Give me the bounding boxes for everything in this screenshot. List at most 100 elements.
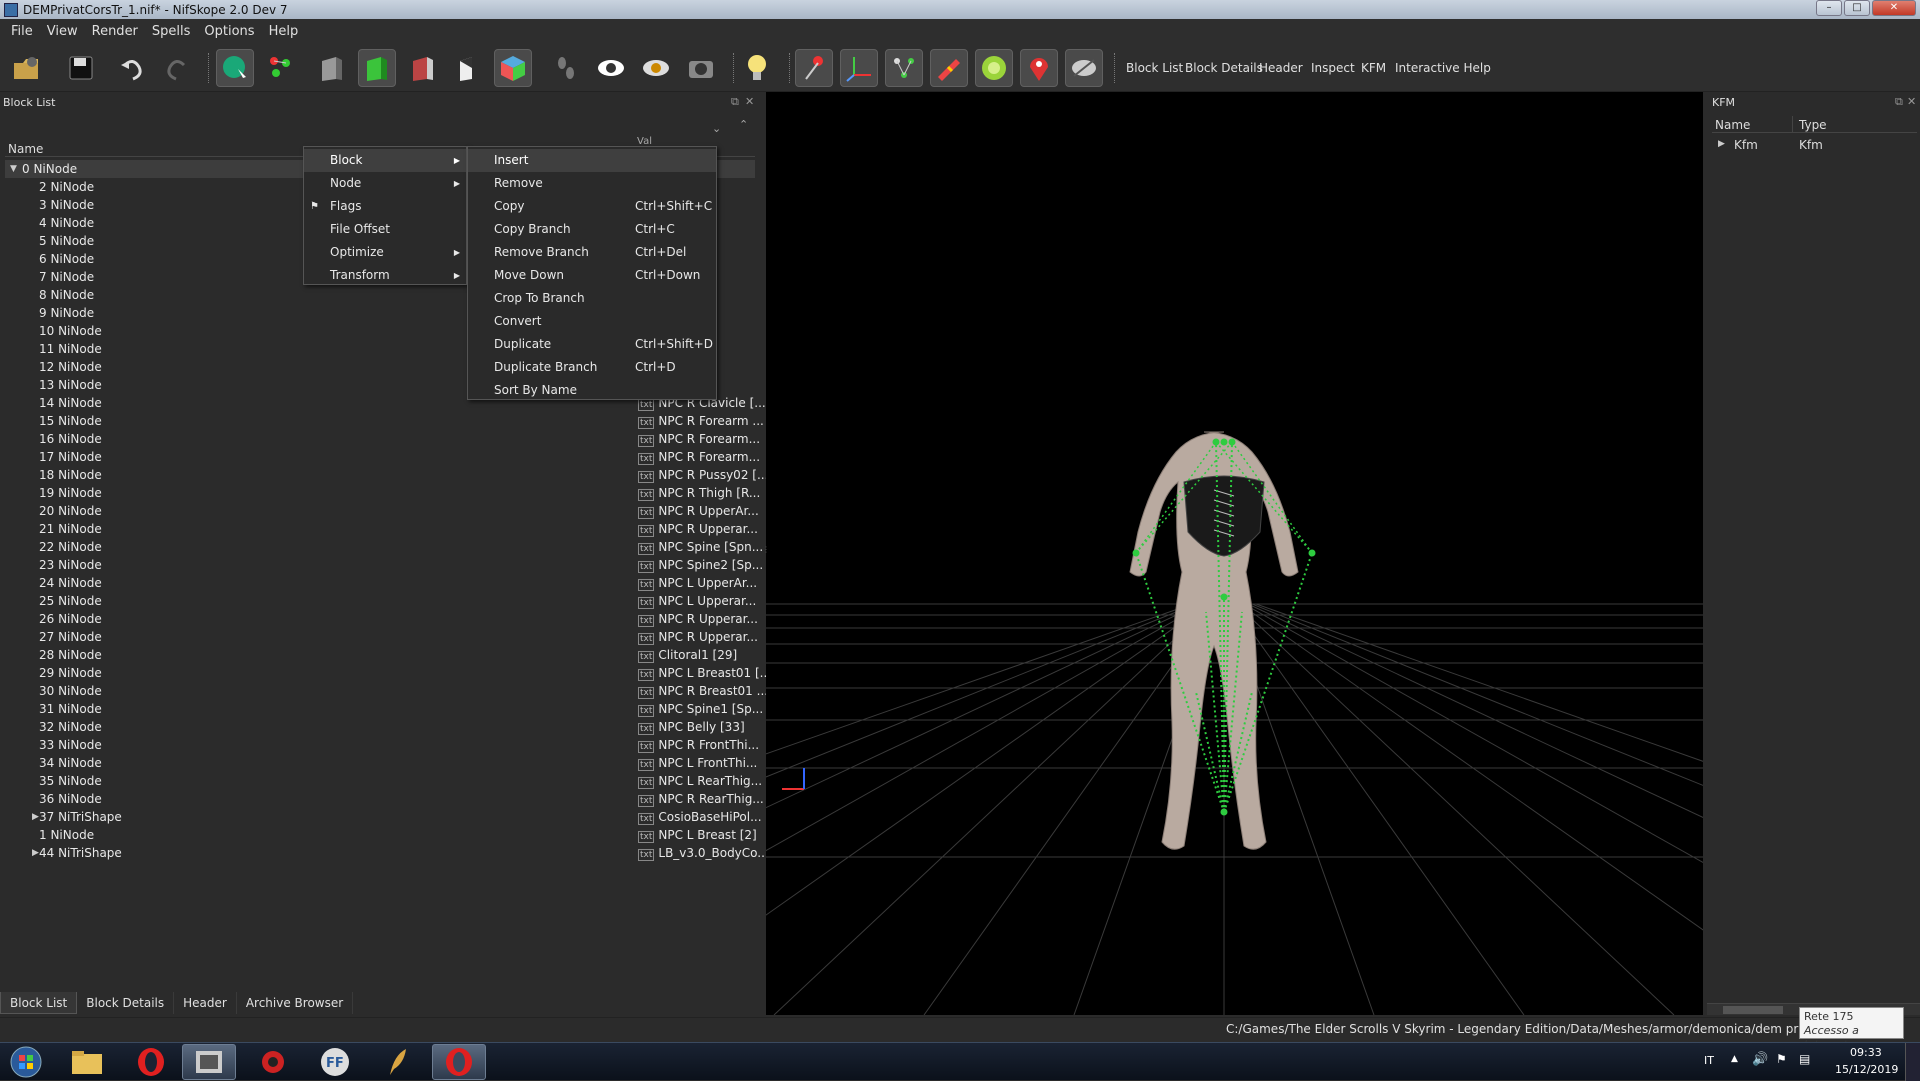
camera-icon[interactable]	[682, 49, 720, 87]
opera-red-icon[interactable]	[432, 1044, 486, 1080]
kfm-float-icon[interactable]: ⧉	[1895, 95, 1903, 109]
float-icon[interactable]: ⧉	[731, 95, 739, 109]
submenu-item-duplicate-branch[interactable]: Duplicate Branch Ctrl+D	[468, 356, 716, 379]
context-item-node[interactable]: Node ▶	[304, 172, 466, 195]
submenu-item-duplicate[interactable]: Duplicate Ctrl+Shift+D	[468, 333, 716, 356]
eye-icon[interactable]	[592, 49, 630, 87]
scene-canvas[interactable]	[766, 92, 1703, 1015]
flag-icon[interactable]: ⚑	[1776, 1052, 1787, 1066]
tree-row[interactable]: 18 NiNode txt NPC R Pussy02 [...	[5, 466, 768, 484]
expand-arrow-icon[interactable]: ▶	[32, 812, 39, 822]
network-icon[interactable]: ▤	[1799, 1052, 1810, 1066]
kfm-row[interactable]: ▶ Kfm Kfm	[1712, 136, 1917, 154]
tree-row[interactable]: 23 NiNode txt NPC Spine2 [Sp...	[5, 556, 763, 574]
tree-row[interactable]: 15 NiNode txt NPC R Forearm ...	[5, 412, 764, 430]
marker-icon[interactable]	[930, 49, 968, 87]
submenu-item-crop-to-branch[interactable]: Crop To Branch	[468, 287, 716, 310]
tree-row[interactable]: ▶ 44 NiTriShape txt LB_v3.0_BodyCo...	[5, 844, 769, 862]
toolbar-block-details[interactable]: Block Details	[1185, 43, 1263, 92]
pin-icon[interactable]	[795, 49, 833, 87]
half-icon[interactable]	[449, 49, 487, 87]
clock-time[interactable]: 09:33	[1850, 1046, 1882, 1059]
tab-block-details[interactable]: Block Details	[77, 992, 175, 1014]
close-button[interactable]: ✕	[1872, 0, 1916, 16]
context-item-transform[interactable]: Transform ▶	[304, 264, 466, 287]
nodes-icon[interactable]	[885, 49, 923, 87]
tree-row[interactable]: 19 NiNode txt NPC R Thigh [R...	[5, 484, 760, 502]
expand-arrow-icon[interactable]: ▶	[32, 848, 39, 858]
axes-icon[interactable]	[840, 49, 878, 87]
footsteps-icon[interactable]	[547, 49, 585, 87]
tree-row[interactable]: 24 NiNode txt NPC L UpperAr...	[5, 574, 757, 592]
tree-row[interactable]: 26 NiNode txt NPC R Upperar...	[5, 610, 758, 628]
tab-block-list[interactable]: Block List	[0, 992, 78, 1014]
volume-icon[interactable]: 🔊	[1752, 1052, 1768, 1067]
toolbar-kfm[interactable]: KFM	[1361, 43, 1386, 92]
tab-header[interactable]: Header	[174, 992, 237, 1014]
nifskope-icon[interactable]	[182, 1044, 236, 1080]
language-indicator[interactable]: IT	[1704, 1054, 1714, 1067]
submenu-item-remove-branch[interactable]: Remove Branch Ctrl+Del	[468, 241, 716, 264]
col-name-header[interactable]: Name	[8, 142, 43, 156]
tree-row[interactable]: ▶ 37 NiTriShape txt CosioBaseHiPol...	[5, 808, 762, 826]
circle-icon[interactable]	[975, 49, 1013, 87]
splitter-handle[interactable]: ⋮	[762, 545, 770, 554]
tray-arrow-icon[interactable]: ▲	[1731, 1054, 1738, 1064]
tree-row[interactable]: 27 NiNode txt NPC R Upperar...	[5, 628, 758, 646]
toolbar-block-list[interactable]: Block List	[1126, 43, 1183, 92]
kfm-col-name[interactable]: Name	[1715, 118, 1750, 132]
menu-spells[interactable]: Spells	[145, 24, 198, 39]
explorer-icon[interactable]	[60, 1044, 114, 1080]
hide-icon[interactable]	[1065, 49, 1103, 87]
select-object-icon[interactable]	[216, 49, 254, 87]
solid-icon[interactable]	[358, 49, 396, 87]
tree-row[interactable]: 25 NiNode txt NPC L Upperar...	[5, 592, 756, 610]
shaded-icon[interactable]	[404, 49, 442, 87]
tree-row[interactable]: 32 NiNode txt NPC Belly [33]	[5, 718, 755, 736]
collapse-up-icon[interactable]: ⌃	[739, 118, 748, 131]
tree-row[interactable]: 30 NiNode txt NPC R Breast01 ...	[5, 682, 768, 700]
kfm-close-icon[interactable]: ✕	[1907, 95, 1916, 108]
open-icon[interactable]	[8, 49, 46, 87]
context-item-block[interactable]: Block ▶	[304, 149, 466, 172]
box-icon[interactable]	[313, 49, 351, 87]
submenu-item-move-down[interactable]: Move Down Ctrl+Down	[468, 264, 716, 287]
tree-row[interactable]: 21 NiNode txt NPC R Upperar...	[5, 520, 758, 538]
scrollbar-thumb[interactable]	[1723, 1006, 1783, 1014]
collapse-arrow-icon[interactable]: ▼	[10, 164, 17, 174]
tree-row[interactable]: 28 NiNode txt Clitoral1 [29]	[5, 646, 755, 664]
menu-render[interactable]: Render	[85, 24, 145, 39]
toolbar-header[interactable]: Header	[1259, 43, 1303, 92]
tree-row[interactable]: 16 NiNode txt NPC R Forearm...	[5, 430, 760, 448]
tab-archive-browser[interactable]: Archive Browser	[237, 992, 354, 1014]
close-panel-icon[interactable]: ✕	[745, 95, 754, 108]
tree-row[interactable]: 1 NiNode txt NPC L Breast [2]	[5, 826, 757, 844]
submenu-item-insert[interactable]: Insert	[468, 149, 716, 172]
tree-row[interactable]: 20 NiNode txt NPC R UpperAr...	[5, 502, 759, 520]
location-icon[interactable]	[1020, 49, 1058, 87]
render-viewport[interactable]	[766, 92, 1703, 1015]
submenu-item-remove[interactable]: Remove	[468, 172, 716, 195]
tree-row[interactable]: 29 NiNode txt NPC L Breast01 [...	[5, 664, 771, 682]
menu-file[interactable]: File	[4, 24, 40, 39]
select-node-icon[interactable]	[262, 49, 300, 87]
submenu-item-copy[interactable]: Copy Ctrl+Shift+C	[468, 195, 716, 218]
start-orb-icon[interactable]	[2, 1044, 50, 1080]
feather-app-icon[interactable]	[370, 1044, 424, 1080]
kfm-col-type[interactable]: Type	[1799, 118, 1827, 132]
tree-row[interactable]: 17 NiNode txt NPC R Forearm...	[5, 448, 760, 466]
tree-row[interactable]: 22 NiNode txt NPC Spine [Spn...	[5, 538, 763, 556]
tree-row[interactable]: 31 NiNode txt NPC Spine1 [Sp...	[5, 700, 763, 718]
submenu-item-sort-by-name[interactable]: Sort By Name	[468, 379, 716, 402]
menu-options[interactable]: Options	[197, 24, 261, 39]
save-icon[interactable]	[62, 49, 100, 87]
show-desktop-button[interactable]	[1905, 1043, 1920, 1081]
light-icon[interactable]	[738, 49, 776, 87]
ffdec-icon[interactable]: FF	[308, 1044, 362, 1080]
redo-icon[interactable]	[158, 49, 196, 87]
menu-view[interactable]: View	[40, 24, 85, 39]
tree-row[interactable]: 36 NiNode txt NPC R RearThig...	[5, 790, 764, 808]
tree-row[interactable]: 35 NiNode txt NPC L RearThig...	[5, 772, 762, 790]
expand-arrow-icon[interactable]: ▶	[1718, 139, 1725, 149]
context-item-flags[interactable]: ⚑ Flags	[304, 195, 466, 218]
